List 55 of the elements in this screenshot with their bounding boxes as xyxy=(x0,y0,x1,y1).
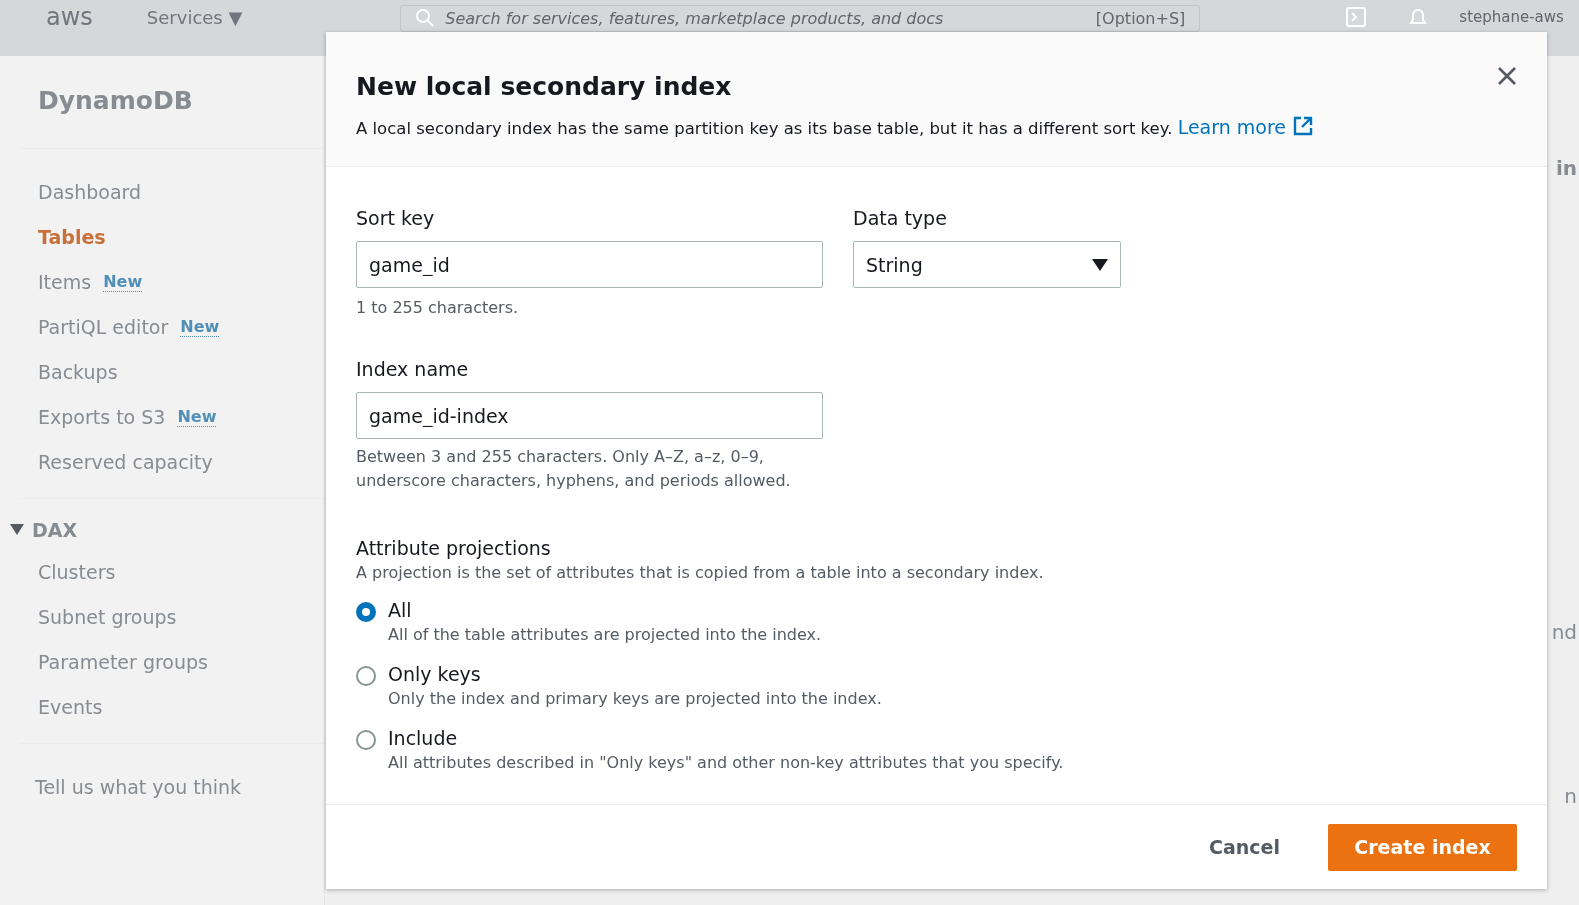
sidebar-item[interactable]: Events xyxy=(38,695,103,718)
data-type-select[interactable]: String xyxy=(853,241,1121,288)
radio-button[interactable] xyxy=(356,730,376,750)
caret-icon[interactable] xyxy=(10,524,24,536)
new-badge: New xyxy=(177,406,217,427)
background-text: n xyxy=(1564,784,1577,808)
index-name-field[interactable]: game_id-index xyxy=(356,392,823,439)
search-icon xyxy=(415,8,436,28)
sidebar-item[interactable]: Exports to S3 xyxy=(38,405,166,428)
section-heading[interactable]: DAX xyxy=(32,519,78,541)
create-index-button[interactable]: Create index xyxy=(1328,823,1517,871)
close-icon xyxy=(1497,66,1517,86)
dialog-title: New local secondary index xyxy=(356,72,732,101)
services-menu[interactable]: Services ▼ xyxy=(146,6,243,28)
aws-logo[interactable]: aws xyxy=(46,3,93,31)
field-label: Attribute projections xyxy=(356,537,552,559)
feedback-link[interactable]: Tell us what you think xyxy=(35,775,242,798)
sidebar-item[interactable]: Parameter groups xyxy=(38,650,208,673)
background-text: nd xyxy=(1551,620,1577,644)
sidebar-item[interactable]: Items xyxy=(38,270,92,293)
sidebar-item[interactable]: Reserved capacity xyxy=(38,450,213,473)
shortcut-hint: [Option+S] xyxy=(1095,8,1186,28)
external-link-icon xyxy=(1292,115,1315,137)
sidebar-item[interactable]: Dashboard xyxy=(38,180,142,203)
field-hint: Between 3 and 255 characters. Only A–Z, a–z, 0–9, underscore characters, hyphens, and periods allowed. xyxy=(356,446,792,492)
sidebar-item[interactable]: Subnet groups xyxy=(38,605,177,628)
radio-button[interactable] xyxy=(356,602,376,622)
search-field[interactable]: Search for services, features, marketplace products, and docs xyxy=(445,8,1086,28)
dialog-description: A local secondary index has the same partition key as its base table, but it has a different sort key. xyxy=(356,119,1173,138)
new-badge: New xyxy=(180,316,220,337)
option-description: All of the table attributes are projected into the index. xyxy=(388,624,822,646)
sidebar-title: DynamoDB xyxy=(38,86,193,117)
background-text: in xyxy=(1555,156,1577,180)
option-description: Only the index and primary keys are projected into the index. xyxy=(388,688,882,710)
sort-key-field[interactable]: game_id xyxy=(356,241,823,288)
learn-more-link[interactable]: Learn more xyxy=(1177,116,1315,138)
search-bar[interactable]: Search for services, features, marketplace products, and docs [Option+S] xyxy=(400,4,1201,32)
sidebar-item[interactable]: Clusters xyxy=(38,560,116,583)
field-description: A projection is the set of attributes that is copied from a table into a secondary index. xyxy=(356,562,1045,584)
option-description: All attributes described in "Only keys" and other non-key attributes that you specify. xyxy=(388,752,1064,774)
option-label[interactable]: Only keys xyxy=(388,663,882,685)
option-label[interactable]: Include xyxy=(388,727,1064,749)
sidebar-item[interactable]: Backups xyxy=(38,360,118,383)
field-label: Index name xyxy=(356,358,470,380)
cancel-button[interactable]: Cancel xyxy=(1203,835,1286,859)
caret-icon xyxy=(1092,258,1108,271)
new-badge: New xyxy=(103,271,143,292)
account-menu[interactable]: stephane-aws xyxy=(1459,8,1564,26)
field-label: Data type xyxy=(853,207,948,229)
field-hint: 1 to 255 characters. xyxy=(356,297,520,319)
option-label[interactable]: All xyxy=(388,599,822,621)
field-label: Sort key xyxy=(356,207,436,229)
radio-button[interactable] xyxy=(356,666,376,686)
sidebar-item[interactable]: Tables xyxy=(38,225,106,248)
sidebar-item[interactable]: PartiQL editor xyxy=(38,315,169,338)
